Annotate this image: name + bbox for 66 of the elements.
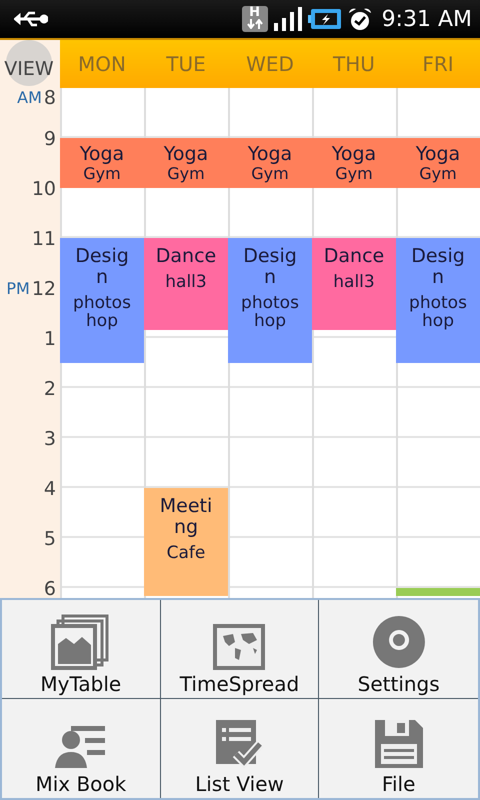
menu-item[interactable]: TimeSpread (160, 600, 320, 699)
photo-stack-icon (50, 614, 111, 670)
event-title: Yoga (332, 144, 376, 165)
day-header: THU (332, 51, 376, 78)
hour-label: 11 (32, 228, 56, 250)
event-location: hall3 (165, 272, 207, 291)
event-title: Yoga (416, 144, 460, 165)
event-title: Design (410, 246, 466, 288)
menu-item[interactable]: MyTable (2, 600, 161, 699)
day-header: WED (245, 51, 295, 78)
battery-charging-icon (308, 8, 342, 30)
hour-label: 5 (44, 528, 56, 550)
calendar-event[interactable]: Meeting Cafe (144, 488, 228, 596)
view-button[interactable]: VIEW (6, 40, 52, 86)
usb-icon (14, 10, 48, 28)
event-location: photoshop (408, 294, 468, 330)
signal-icon (274, 7, 302, 31)
event-title: Yoga (248, 144, 292, 165)
calendar-event[interactable]: Design photoshop (228, 238, 312, 363)
event-location: Gym (419, 164, 457, 183)
hour-label: 12 (32, 278, 56, 300)
hour-label: 8 (44, 88, 56, 109)
event-location: Gym (335, 164, 373, 183)
calendar-event[interactable]: Yoga Gym (60, 138, 144, 188)
day-header: MON (77, 51, 127, 78)
calendar-event[interactable]: Yoga Gym (312, 138, 396, 188)
calendar-event[interactable]: Design photoshop (60, 238, 144, 363)
settings-icon (370, 614, 427, 670)
event-title: Yoga (164, 144, 208, 165)
day-header: FRI (421, 51, 455, 78)
calendar-event[interactable]: Yoga Gym (228, 138, 312, 188)
event-location: Gym (167, 164, 205, 183)
calendar-event[interactable] (396, 588, 480, 596)
save-icon (372, 718, 425, 770)
event-title: Design (242, 246, 298, 288)
event-title: Meeting (158, 496, 214, 538)
calendar-event[interactable]: Dance hall3 (144, 238, 228, 330)
period-label: AM (17, 88, 42, 109)
event-location: Gym (83, 164, 121, 183)
event-title: Design (74, 246, 130, 288)
event-location: hall3 (333, 272, 375, 291)
event-title: Dance (324, 246, 384, 267)
world-map-icon (213, 624, 266, 670)
event-title: Dance (156, 246, 216, 267)
event-location: photoshop (72, 294, 132, 330)
calendar-event[interactable]: Design photoshop (396, 238, 480, 363)
hour-label: 9 (44, 128, 56, 150)
hour-label: 2 (44, 378, 56, 400)
status-time: 9:31 AM (382, 6, 472, 32)
hour-label: 4 (44, 478, 56, 500)
hour-label: 3 (44, 428, 56, 450)
event-location: photoshop (240, 294, 300, 330)
calendar-event[interactable]: Yoga Gym (396, 138, 480, 188)
hour-label: 10 (32, 178, 56, 200)
hour-label: 1 (44, 328, 56, 350)
day-header: TUE (165, 51, 207, 78)
event-title: Yoga (80, 144, 124, 165)
period-label: PM (6, 278, 30, 300)
event-location: Gym (251, 164, 289, 183)
contact-list-icon (54, 724, 107, 770)
calendar-event[interactable]: Dance hall3 (312, 238, 396, 330)
calendar-event[interactable]: Yoga Gym (144, 138, 228, 188)
hour-label: 6 (44, 578, 56, 598)
event-location: Cafe (166, 544, 206, 562)
network-type-icon: H (242, 6, 268, 32)
alarm-icon (348, 7, 372, 31)
